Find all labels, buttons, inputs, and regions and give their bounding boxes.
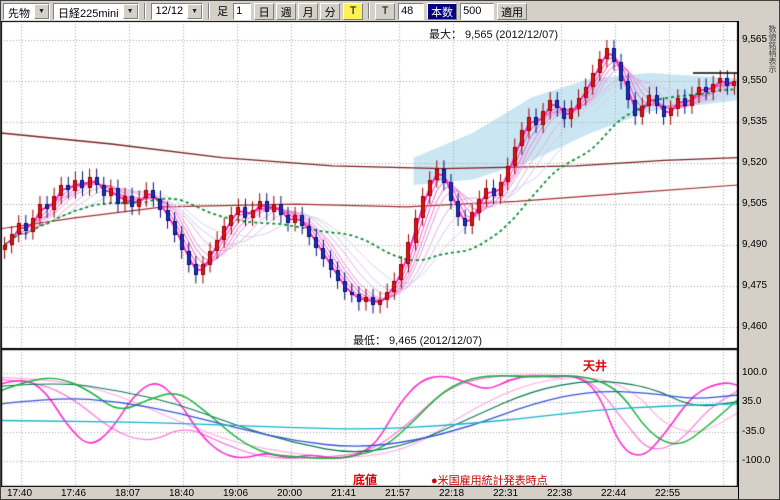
bar-count-button[interactable]: 本数	[427, 3, 457, 20]
time-label: 21:41	[331, 488, 356, 499]
market-select-value: 先物	[4, 4, 34, 19]
apply-button[interactable]: 適用	[497, 3, 527, 20]
time-label: 22:55	[655, 488, 680, 499]
oscillator-tick-label: 100.0	[742, 367, 767, 378]
price-tick-label: 9,490	[742, 239, 767, 250]
timeframe-label: 足	[215, 3, 230, 19]
event-annotation: ●米国雇用統計発表時点	[431, 472, 548, 488]
time-label: 22:31	[493, 488, 518, 499]
price-tick-label: 9,460	[742, 321, 767, 332]
oscillator-tick-label: 35.0	[742, 396, 761, 407]
chevron-down-icon[interactable]: ▼	[187, 4, 202, 19]
bottom-annotation: 底値	[353, 471, 377, 488]
tick-mode-button[interactable]: T	[343, 3, 363, 20]
time-axis: 17:40 17:46 18:07 18:40 19:06 20:00 21:41 21:57…	[1, 487, 738, 500]
price-tick-label: 9,535	[742, 116, 767, 127]
timeframe-unit-button-3[interactable]: 分	[320, 3, 340, 20]
min-price-annotation: 最低： 9,465 (2012/12/07)	[353, 332, 482, 348]
time-label: 18:07	[115, 488, 140, 499]
symbol-select-value: 日経225mini	[54, 4, 123, 19]
time-label: 22:44	[601, 488, 626, 499]
time-label: 22:38	[547, 488, 572, 499]
price-tick-label: 9,505	[742, 198, 767, 209]
t-button[interactable]: T	[375, 3, 395, 20]
chevron-down-icon[interactable]: ▼	[123, 4, 138, 19]
bars-input[interactable]	[398, 3, 424, 20]
price-tick-label: 9,475	[742, 280, 767, 291]
time-label: 17:40	[7, 488, 32, 499]
chevron-down-icon[interactable]: ▼	[34, 4, 49, 19]
timeframe-unit-button-2[interactable]: 月	[298, 3, 318, 20]
price-axis: 9,565 9,550 9,535 9,520 9,505 9,490 9,475 9,460…	[738, 21, 780, 500]
right-edge-vertical-tab[interactable]: 数値銘柄表示	[767, 25, 778, 73]
time-label: 19:06	[223, 488, 248, 499]
oscillator-tick-label: -100.0	[742, 455, 770, 466]
chart-application-window: 先物 ▼ 日経225mini ▼ 12/12 ▼ 足 日週月分 T T 本数 適…	[0, 0, 780, 500]
main-price-chart-canvas[interactable]	[1, 21, 738, 349]
price-tick-label: 9,520	[742, 157, 767, 168]
ceiling-annotation: 天井	[583, 357, 607, 374]
toolbar-separator	[208, 3, 210, 19]
timeframe-unit-button-0[interactable]: 日	[254, 3, 274, 20]
time-label: 20:00	[277, 488, 302, 499]
price-tick-label: 9,565	[742, 34, 767, 45]
toolbar: 先物 ▼ 日経225mini ▼ 12/12 ▼ 足 日週月分 T T 本数 適…	[1, 1, 780, 21]
time-label: 22:18	[439, 488, 464, 499]
indicator-panel-canvas[interactable]	[1, 349, 738, 487]
time-label: 18:40	[169, 488, 194, 499]
toolbar-separator	[144, 3, 146, 19]
oscillator-tick-label: -35.0	[742, 426, 765, 437]
symbol-select[interactable]: 日経225mini ▼	[53, 3, 139, 20]
toolbar-separator	[368, 3, 370, 19]
time-label: 21:57	[385, 488, 410, 499]
count-input[interactable]	[460, 3, 494, 20]
timeframe-unit-button-1[interactable]: 週	[276, 3, 296, 20]
interval-input[interactable]	[233, 3, 251, 20]
contract-select[interactable]: 12/12 ▼	[151, 3, 204, 20]
market-select[interactable]: 先物 ▼	[3, 3, 50, 20]
time-label: 17:46	[61, 488, 86, 499]
contract-select-value: 12/12	[152, 4, 188, 19]
max-price-annotation: 最大： 9,565 (2012/12/07)	[429, 26, 558, 42]
price-tick-label: 9,550	[742, 75, 767, 86]
timeframe-unit-buttons: 日週月分	[254, 3, 340, 20]
